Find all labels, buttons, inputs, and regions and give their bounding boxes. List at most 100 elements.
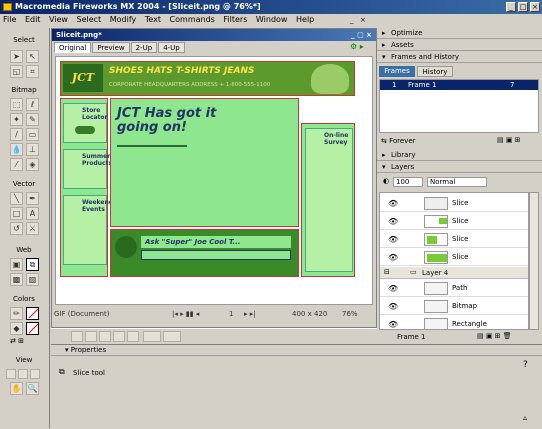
rectangle-tool-icon[interactable]: □ bbox=[10, 207, 23, 220]
doc-minimize-button[interactable]: _ bbox=[350, 16, 359, 25]
tab-4up[interactable]: 4-Up bbox=[158, 42, 185, 53]
panel-optimize-header[interactable]: Optimize bbox=[377, 28, 542, 39]
promo-input[interactable] bbox=[141, 250, 291, 260]
stroke-color-icon[interactable]: ✏ bbox=[10, 307, 23, 320]
color-controls-icon[interactable]: ⇄ ⊞ bbox=[10, 337, 24, 345]
eyedropper-tool-icon[interactable]: ⁄ bbox=[10, 158, 23, 171]
paint-bucket-tool-icon[interactable]: ◈ bbox=[26, 158, 39, 171]
frame-row[interactable]: 1 Frame 1 7 bbox=[380, 80, 538, 90]
full-screen-icon[interactable] bbox=[30, 369, 40, 379]
pen-tool-icon[interactable]: ✒ bbox=[26, 192, 39, 205]
pointer-tool-icon[interactable]: ➤ bbox=[10, 50, 23, 63]
document-options-icon[interactable]: ⚙ ▸ bbox=[350, 42, 364, 51]
menu-edit[interactable]: Edit bbox=[22, 15, 44, 24]
send-back-icon[interactable] bbox=[127, 331, 139, 342]
layer-row[interactable]: 👁 Slice bbox=[380, 195, 528, 212]
zoom-tool-icon[interactable]: 🔍 bbox=[26, 382, 39, 395]
panel-assets-header[interactable]: Assets bbox=[377, 40, 542, 51]
menu-text[interactable]: Text bbox=[142, 15, 164, 24]
blur-tool-icon[interactable]: 💧 bbox=[10, 143, 23, 156]
menu-modify[interactable]: Modify bbox=[107, 15, 140, 24]
arrange-icon[interactable] bbox=[143, 331, 161, 342]
group-icon[interactable] bbox=[85, 331, 97, 342]
menu-filters[interactable]: Filters bbox=[220, 15, 250, 24]
stroke-color-swatch[interactable] bbox=[26, 307, 39, 320]
line-tool-icon[interactable]: ╲ bbox=[10, 192, 23, 205]
split-icon[interactable] bbox=[113, 331, 125, 342]
close-button[interactable]: × bbox=[530, 2, 540, 12]
tab-history[interactable]: History bbox=[417, 66, 453, 77]
subselect-tool-icon[interactable]: ↖ bbox=[26, 50, 39, 63]
menu-select[interactable]: Select bbox=[74, 15, 105, 24]
frames-panel-buttons-icon[interactable]: ▤ ▣ ⊞ bbox=[497, 136, 521, 144]
hand-tool-icon[interactable]: ✋ bbox=[10, 382, 23, 395]
brush-tool-icon[interactable]: ✎ bbox=[26, 113, 39, 126]
layers-panel-buttons-icon[interactable]: ▤ ▣ ⊞ 🗑 bbox=[477, 332, 512, 340]
panel-library-header[interactable]: Library bbox=[377, 150, 542, 161]
panel-layers-header[interactable]: Layers bbox=[377, 162, 542, 173]
join-icon[interactable] bbox=[99, 331, 111, 342]
go-button[interactable] bbox=[75, 126, 95, 134]
layer-row[interactable]: 👁 Slice bbox=[380, 231, 528, 248]
maximize-button[interactable]: □ bbox=[518, 2, 528, 12]
show-slices-icon[interactable]: ▨ bbox=[26, 273, 39, 286]
tab-preview[interactable]: Preview bbox=[92, 42, 130, 53]
properties-header[interactable]: ▾ Properties bbox=[51, 345, 542, 356]
marquee-tool-icon[interactable]: ⬚ bbox=[10, 98, 23, 111]
layer-row[interactable]: 👁 Bitmap bbox=[380, 298, 528, 315]
layer-row[interactable]: 👁 Slice bbox=[380, 213, 528, 230]
document-tab[interactable]: Sliceit.png* _ ▢ × bbox=[52, 29, 376, 41]
fill-color-icon[interactable]: ◆ bbox=[10, 322, 23, 335]
document-window-controls-icon[interactable]: _ ▢ × bbox=[351, 29, 372, 41]
tab-2up[interactable]: 2-Up bbox=[130, 42, 158, 53]
crop-tool-icon[interactable]: ⌗ bbox=[26, 65, 39, 78]
hotspot-tool-icon[interactable]: ▣ bbox=[10, 258, 23, 271]
layers-scrollbar[interactable] bbox=[529, 192, 539, 330]
panel-frames-history-header[interactable]: Frames and History bbox=[377, 52, 542, 63]
hide-slices-icon[interactable]: ▩ bbox=[10, 273, 23, 286]
layer-row[interactable]: 👁 Path bbox=[380, 280, 528, 297]
rubber-stamp-tool-icon[interactable]: ⊥ bbox=[26, 143, 39, 156]
tab-frames[interactable]: Frames bbox=[379, 66, 415, 77]
scale-tool-icon[interactable]: ◱ bbox=[10, 65, 23, 78]
menu-commands[interactable]: Commands bbox=[167, 15, 218, 24]
eye-icon[interactable]: 👁 bbox=[388, 217, 398, 226]
menu-view[interactable]: View bbox=[46, 15, 71, 24]
layer-row[interactable]: 👁 Slice bbox=[380, 249, 528, 266]
standard-screen-icon[interactable] bbox=[6, 369, 16, 379]
eye-icon[interactable]: 👁 bbox=[388, 199, 398, 208]
canvas[interactable]: JCT SHOES HATS T-SHIRTS JEANS CORPORATE … bbox=[55, 56, 373, 305]
eraser-tool-icon[interactable]: ▭ bbox=[26, 128, 39, 141]
align-dropdown-icon[interactable] bbox=[163, 331, 181, 342]
text-tool-icon[interactable]: A bbox=[26, 207, 39, 220]
zoom-level[interactable]: 76% bbox=[342, 307, 358, 321]
pencil-tool-icon[interactable]: / bbox=[10, 128, 23, 141]
eye-icon[interactable]: 👁 bbox=[388, 284, 398, 293]
magic-wand-tool-icon[interactable]: ✦ bbox=[10, 113, 23, 126]
lasso-tool-icon[interactable]: ℓ bbox=[26, 98, 39, 111]
properties-expand-icon[interactable]: ▵ bbox=[523, 413, 527, 422]
opacity-field[interactable]: 100 bbox=[393, 177, 423, 187]
menu-file[interactable]: File bbox=[0, 15, 19, 24]
knife-tool-icon[interactable]: ⚔ bbox=[26, 222, 39, 235]
align-icon[interactable] bbox=[71, 331, 83, 342]
loop-setting[interactable]: ⇆ Forever bbox=[381, 137, 416, 145]
blend-mode-select[interactable]: Normal bbox=[427, 177, 487, 187]
eye-icon[interactable]: 👁 bbox=[388, 320, 398, 329]
tab-original[interactable]: Original bbox=[54, 42, 92, 53]
doc-close-button[interactable]: × bbox=[360, 16, 369, 25]
slice-tool-icon[interactable]: ⧉ bbox=[26, 258, 39, 271]
frame-nav-icon[interactable]: ▸ ▸| bbox=[244, 307, 256, 321]
menu-help[interactable]: Help bbox=[293, 15, 317, 24]
collapse-icon[interactable]: ⊟ bbox=[384, 268, 390, 276]
eye-icon[interactable]: 👁 bbox=[388, 302, 398, 311]
full-screen-menus-icon[interactable] bbox=[18, 369, 28, 379]
layer-row[interactable]: 👁 Rectangle bbox=[380, 316, 528, 329]
help-icon[interactable]: ? bbox=[523, 360, 528, 370]
freeform-tool-icon[interactable]: ↺ bbox=[10, 222, 23, 235]
minimize-button[interactable]: _ bbox=[506, 2, 516, 12]
playback-controls-icon[interactable]: |◂ ▸ ▮▮ ◂ bbox=[172, 307, 199, 321]
layer-group-row[interactable]: ⊟ ▭ Layer 4 bbox=[380, 267, 528, 279]
eye-icon[interactable]: 👁 bbox=[388, 253, 398, 262]
menu-window[interactable]: Window bbox=[253, 15, 291, 24]
